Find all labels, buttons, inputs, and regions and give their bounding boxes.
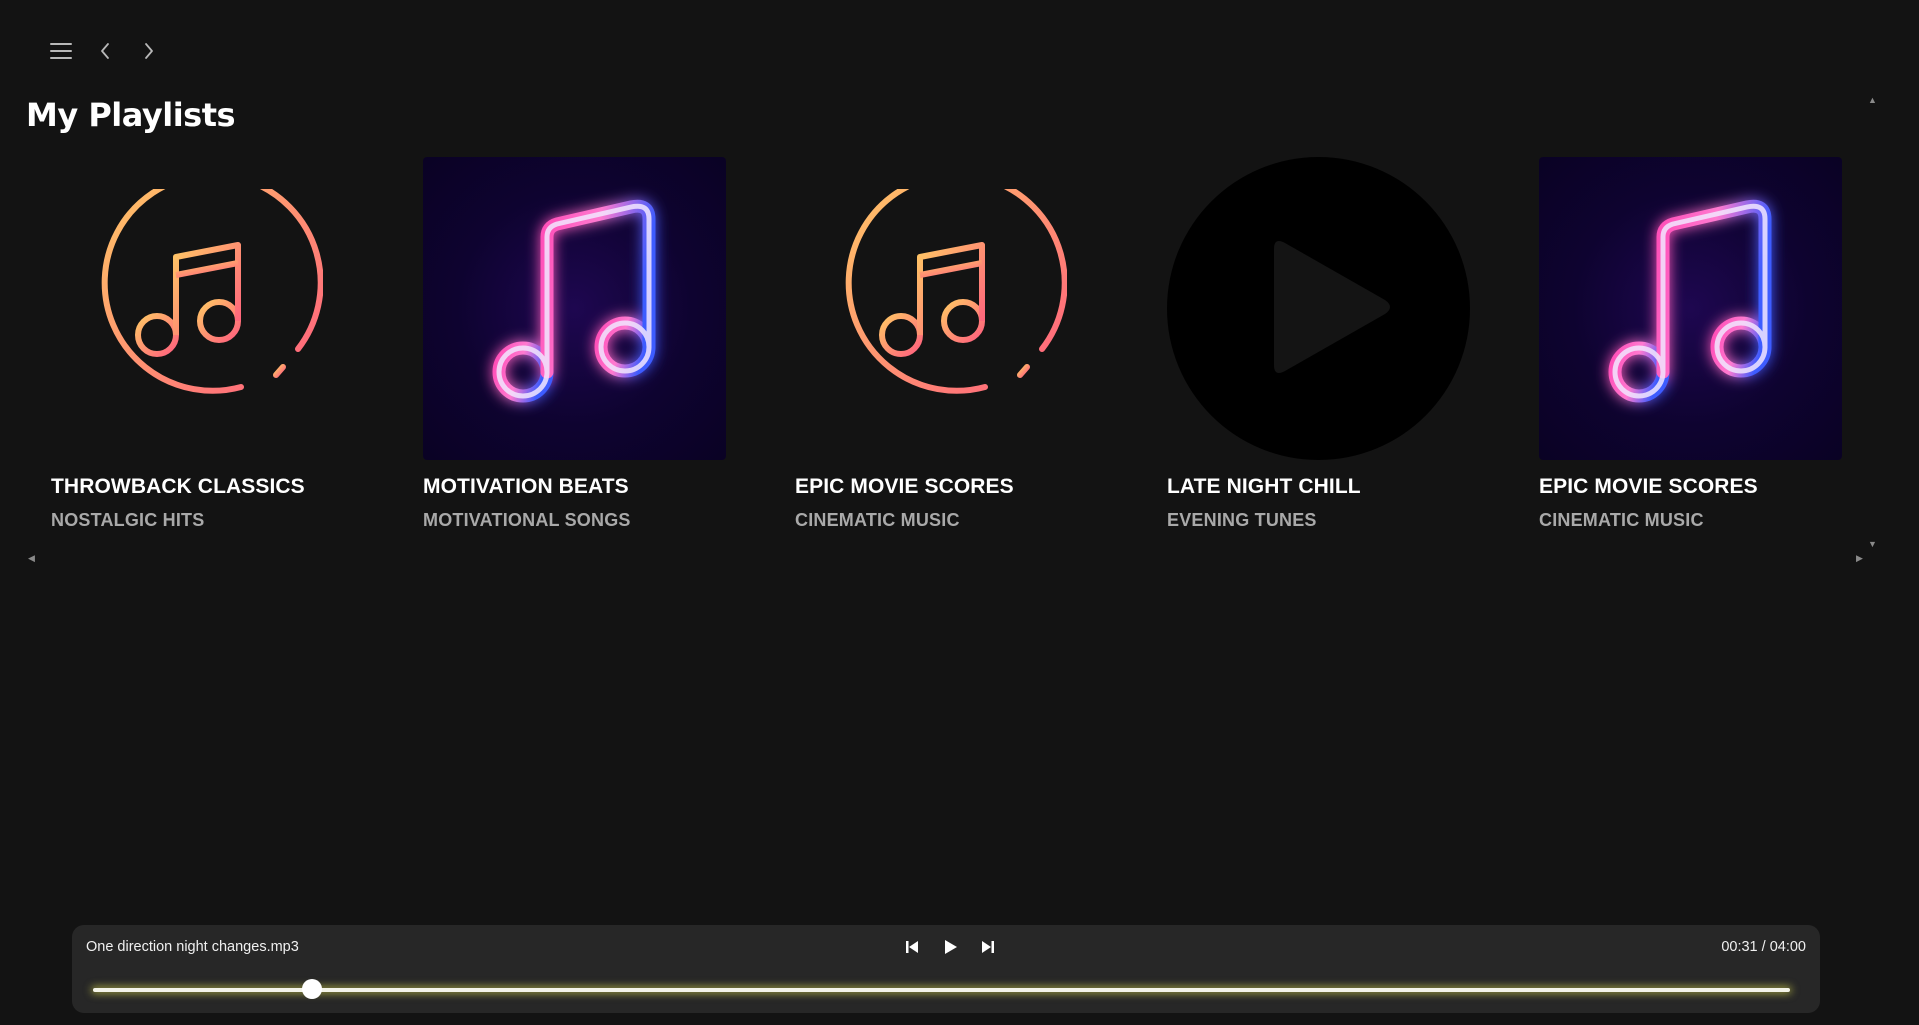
music-note-circle-icon (101, 188, 323, 394)
playlist-cover (795, 157, 1098, 460)
play-icon[interactable] (938, 935, 962, 959)
playlist-title: EPIC MOVIE SCORES (1539, 475, 1758, 498)
hamburger-menu-icon[interactable] (48, 38, 74, 64)
playlist-cover (1167, 157, 1470, 460)
playlist-carousel[interactable]: THROWBACK CLASSICS NOSTALGIC HITS MOTIVA… (51, 157, 1842, 557)
play-icon (1274, 241, 1390, 373)
playlist-cover (51, 157, 354, 460)
scroll-left-icon[interactable]: ◀ (28, 554, 35, 563)
seek-thumb[interactable] (301, 979, 322, 999)
seek-bar[interactable] (93, 979, 1790, 999)
music-note-circle-icon (845, 188, 1067, 394)
playlist-card[interactable]: EPIC MOVIE SCORES CINEMATIC MUSIC (795, 157, 1098, 531)
playlist-card[interactable]: THROWBACK CLASSICS NOSTALGIC HITS (51, 157, 354, 531)
playlist-subtitle: CINEMATIC MUSIC (1539, 510, 1704, 530)
playlist-subtitle: CINEMATIC MUSIC (795, 510, 960, 530)
playlist-title: LATE NIGHT CHILL (1167, 475, 1361, 498)
playback-controls (900, 935, 1000, 959)
chevron-right-icon[interactable] (136, 38, 162, 64)
playlist-subtitle: NOSTALGIC HITS (51, 510, 205, 530)
playlist-subtitle: EVENING TUNES (1167, 510, 1317, 530)
skip-previous-icon[interactable] (900, 935, 924, 959)
skip-next-icon[interactable] (976, 935, 1000, 959)
neon-music-note-icon (492, 199, 656, 403)
playlist-title: EPIC MOVIE SCORES (795, 475, 1014, 498)
scroll-down-icon[interactable]: ▼ (1868, 540, 1877, 549)
playback-time: 00:31 / 04:00 (1721, 939, 1806, 955)
playlist-subtitle: MOTIVATIONAL SONGS (423, 510, 631, 530)
playlist-title: THROWBACK CLASSICS (51, 475, 305, 498)
scroll-up-icon[interactable]: ▲ (1868, 96, 1877, 105)
playlist-card[interactable]: LATE NIGHT CHILL EVENING TUNES (1167, 157, 1470, 531)
neon-music-note-icon (1608, 199, 1772, 403)
playlist-cover (1539, 157, 1842, 460)
playlist-card[interactable]: EPIC MOVIE SCORES CINEMATIC MUSIC (1539, 157, 1842, 531)
scroll-right-icon[interactable]: ▶ (1856, 554, 1863, 563)
page-title: My Playlists (26, 96, 236, 134)
music-app: My Playlists THROWBACK CLASSICS NOSTALGI… (0, 0, 1919, 1025)
playlist-card[interactable]: MOTIVATION BEATS MOTIVATIONAL SONGS (423, 157, 726, 531)
playlist-title: MOTIVATION BEATS (423, 475, 629, 498)
audio-player: One direction night changes.mp3 00:31 / … (72, 925, 1820, 1013)
top-nav (48, 38, 162, 64)
playlist-cover (423, 157, 726, 460)
track-name: One direction night changes.mp3 (86, 939, 299, 955)
chevron-left-icon[interactable] (92, 38, 118, 64)
